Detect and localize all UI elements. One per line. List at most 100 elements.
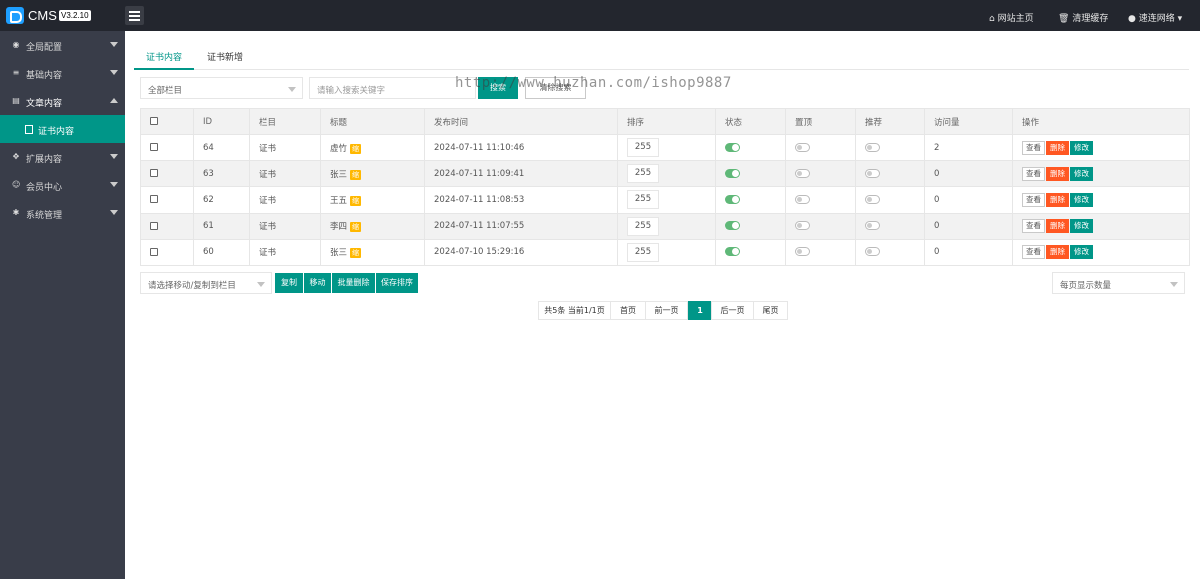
toggle-switch[interactable]	[725, 247, 740, 257]
toggle-switch[interactable]	[795, 247, 810, 257]
trash-icon: 🗑	[1058, 14, 1070, 24]
cell-top	[785, 160, 856, 188]
thumbnail-tag: 缩	[350, 169, 362, 180]
table-row: 60 证书 张三缩 2024-07-10 15:29:16 255 0 查看 删除 修改	[140, 238, 1190, 266]
search-input[interactable]: 请输入搜索关键字	[309, 77, 476, 99]
page-size-select[interactable]: 每页显示数量	[1052, 272, 1185, 294]
sidebar-subitem-certificate-content[interactable]: 证书内容	[0, 115, 125, 143]
nav-clear-cache-link[interactable]: 🗑 清理缓存	[1058, 11, 1108, 24]
sort-input[interactable]: 255	[627, 242, 659, 262]
row-checkbox[interactable]	[150, 195, 158, 204]
edit-button[interactable]: 修改	[1070, 219, 1093, 234]
cell-top	[785, 133, 856, 162]
edit-button[interactable]: 修改	[1070, 192, 1093, 207]
pagination-current[interactable]: 1	[688, 301, 712, 320]
content-table: ID 栏目 标题 发布时间 排序 状态 置顶 推荐 访问量 操作 64 证书 虚竹缩…	[140, 108, 1190, 266]
toggle-switch[interactable]	[725, 194, 740, 204]
view-button[interactable]: 查看	[1022, 166, 1045, 181]
cell-time: 2024-07-11 11:08:53	[424, 186, 618, 214]
toggle-switch[interactable]	[865, 142, 880, 152]
toggle-switch[interactable]	[865, 168, 880, 178]
toggle-switch[interactable]	[795, 194, 810, 204]
pagination-prev[interactable]: 前一页	[645, 301, 688, 320]
tab-certificate-content[interactable]: 证书内容	[134, 50, 195, 70]
sidebar-item-system-management[interactable]: ✱ 系统管理	[0, 199, 125, 227]
column-select[interactable]: 全部栏目	[140, 77, 303, 99]
pagination-next[interactable]: 后一页	[711, 301, 754, 320]
document-icon: ▤	[12, 96, 20, 105]
chevron-down-icon	[257, 282, 265, 287]
column-header-status: 状态	[715, 108, 786, 135]
save-sort-button[interactable]: 保存排序	[376, 273, 418, 293]
toggle-switch[interactable]	[865, 221, 880, 231]
chevron-down-icon	[1170, 282, 1178, 287]
cell-actions: 查看 删除 修改	[1012, 186, 1190, 214]
row-checkbox[interactable]	[150, 247, 158, 256]
cell-title: 张三缩	[320, 160, 425, 188]
sidebar-item-article-content[interactable]: ▤ 文章内容	[0, 87, 125, 115]
select-all-checkbox[interactable]	[140, 108, 194, 135]
table-row: 62 证书 王五缩 2024-07-11 11:08:53 255 0 查看 删除 修改	[140, 186, 1190, 214]
move-button[interactable]: 移动	[304, 273, 331, 293]
delete-button[interactable]: 删除	[1046, 245, 1069, 260]
version-badge: V3.2.10	[59, 10, 91, 21]
view-button[interactable]: 查看	[1022, 140, 1045, 155]
cell-title: 李四缩	[320, 212, 425, 240]
cell-visits: 0	[924, 212, 1013, 240]
toggle-switch[interactable]	[865, 247, 880, 257]
sidebar-item-global-config[interactable]: ◉ 全局配置	[0, 31, 125, 59]
sidebar-item-member-center[interactable]: ☺ 会员中心	[0, 171, 125, 199]
sort-input[interactable]: 255	[627, 138, 659, 158]
edit-button[interactable]: 修改	[1070, 166, 1093, 181]
view-button[interactable]: 查看	[1022, 219, 1045, 234]
nav-user-menu[interactable]: ● 速连网络 ▾	[1128, 11, 1182, 24]
sort-input[interactable]: 255	[627, 190, 659, 210]
edit-button[interactable]: 修改	[1070, 140, 1093, 155]
toggle-switch[interactable]	[725, 168, 740, 178]
toggle-switch[interactable]	[725, 142, 740, 152]
cell-id: 61	[193, 212, 250, 240]
cell-time: 2024-07-11 11:07:55	[424, 212, 618, 240]
sort-input[interactable]: 255	[627, 164, 659, 184]
user-icon: ●	[1128, 14, 1136, 24]
move-copy-target-select[interactable]: 请选择移动/复制到栏目	[140, 272, 272, 294]
view-button[interactable]: 查看	[1022, 245, 1045, 260]
delete-button[interactable]: 删除	[1046, 219, 1069, 234]
batch-delete-button[interactable]: 批量删除	[332, 273, 375, 293]
chevron-down-icon	[110, 154, 118, 159]
row-checkbox[interactable]	[150, 169, 158, 178]
toggle-switch[interactable]	[795, 142, 810, 152]
column-header-visits: 访问量	[924, 108, 1013, 135]
cell-status	[715, 238, 786, 266]
cell-status	[715, 133, 786, 162]
pagination-last[interactable]: 尾页	[753, 301, 788, 320]
cell-title: 虚竹缩	[320, 133, 425, 162]
cell-time: 2024-07-10 15:29:16	[424, 238, 618, 266]
chevron-down-icon	[110, 42, 118, 47]
cell-actions: 查看 删除 修改	[1012, 160, 1190, 188]
cell-column: 证书	[249, 238, 321, 266]
sort-input[interactable]: 255	[627, 216, 659, 236]
edit-button[interactable]: 修改	[1070, 245, 1093, 260]
delete-button[interactable]: 删除	[1046, 140, 1069, 155]
toggle-switch[interactable]	[725, 221, 740, 231]
cell-recommend	[855, 160, 925, 188]
row-checkbox[interactable]	[150, 221, 158, 230]
row-checkbox[interactable]	[150, 143, 158, 152]
sidebar-item-extended-content[interactable]: ✥ 扩展内容	[0, 143, 125, 171]
toggle-switch[interactable]	[865, 194, 880, 204]
toggle-switch[interactable]	[795, 221, 810, 231]
toggle-switch[interactable]	[795, 168, 810, 178]
copy-button[interactable]: 复制	[275, 273, 303, 293]
thumbnail-tag: 缩	[350, 195, 362, 206]
menu-toggle-button[interactable]	[125, 6, 144, 25]
nav-home-link[interactable]: ⌂ 网站主页	[989, 11, 1034, 24]
sidebar-item-basic-content[interactable]: ≡ 基础内容	[0, 59, 125, 87]
cell-recommend	[855, 212, 925, 240]
tab-certificate-add[interactable]: 证书新增	[195, 50, 255, 70]
pagination-first[interactable]: 首页	[610, 301, 646, 320]
cell-status	[715, 212, 786, 240]
delete-button[interactable]: 删除	[1046, 192, 1069, 207]
delete-button[interactable]: 删除	[1046, 166, 1069, 181]
view-button[interactable]: 查看	[1022, 192, 1045, 207]
